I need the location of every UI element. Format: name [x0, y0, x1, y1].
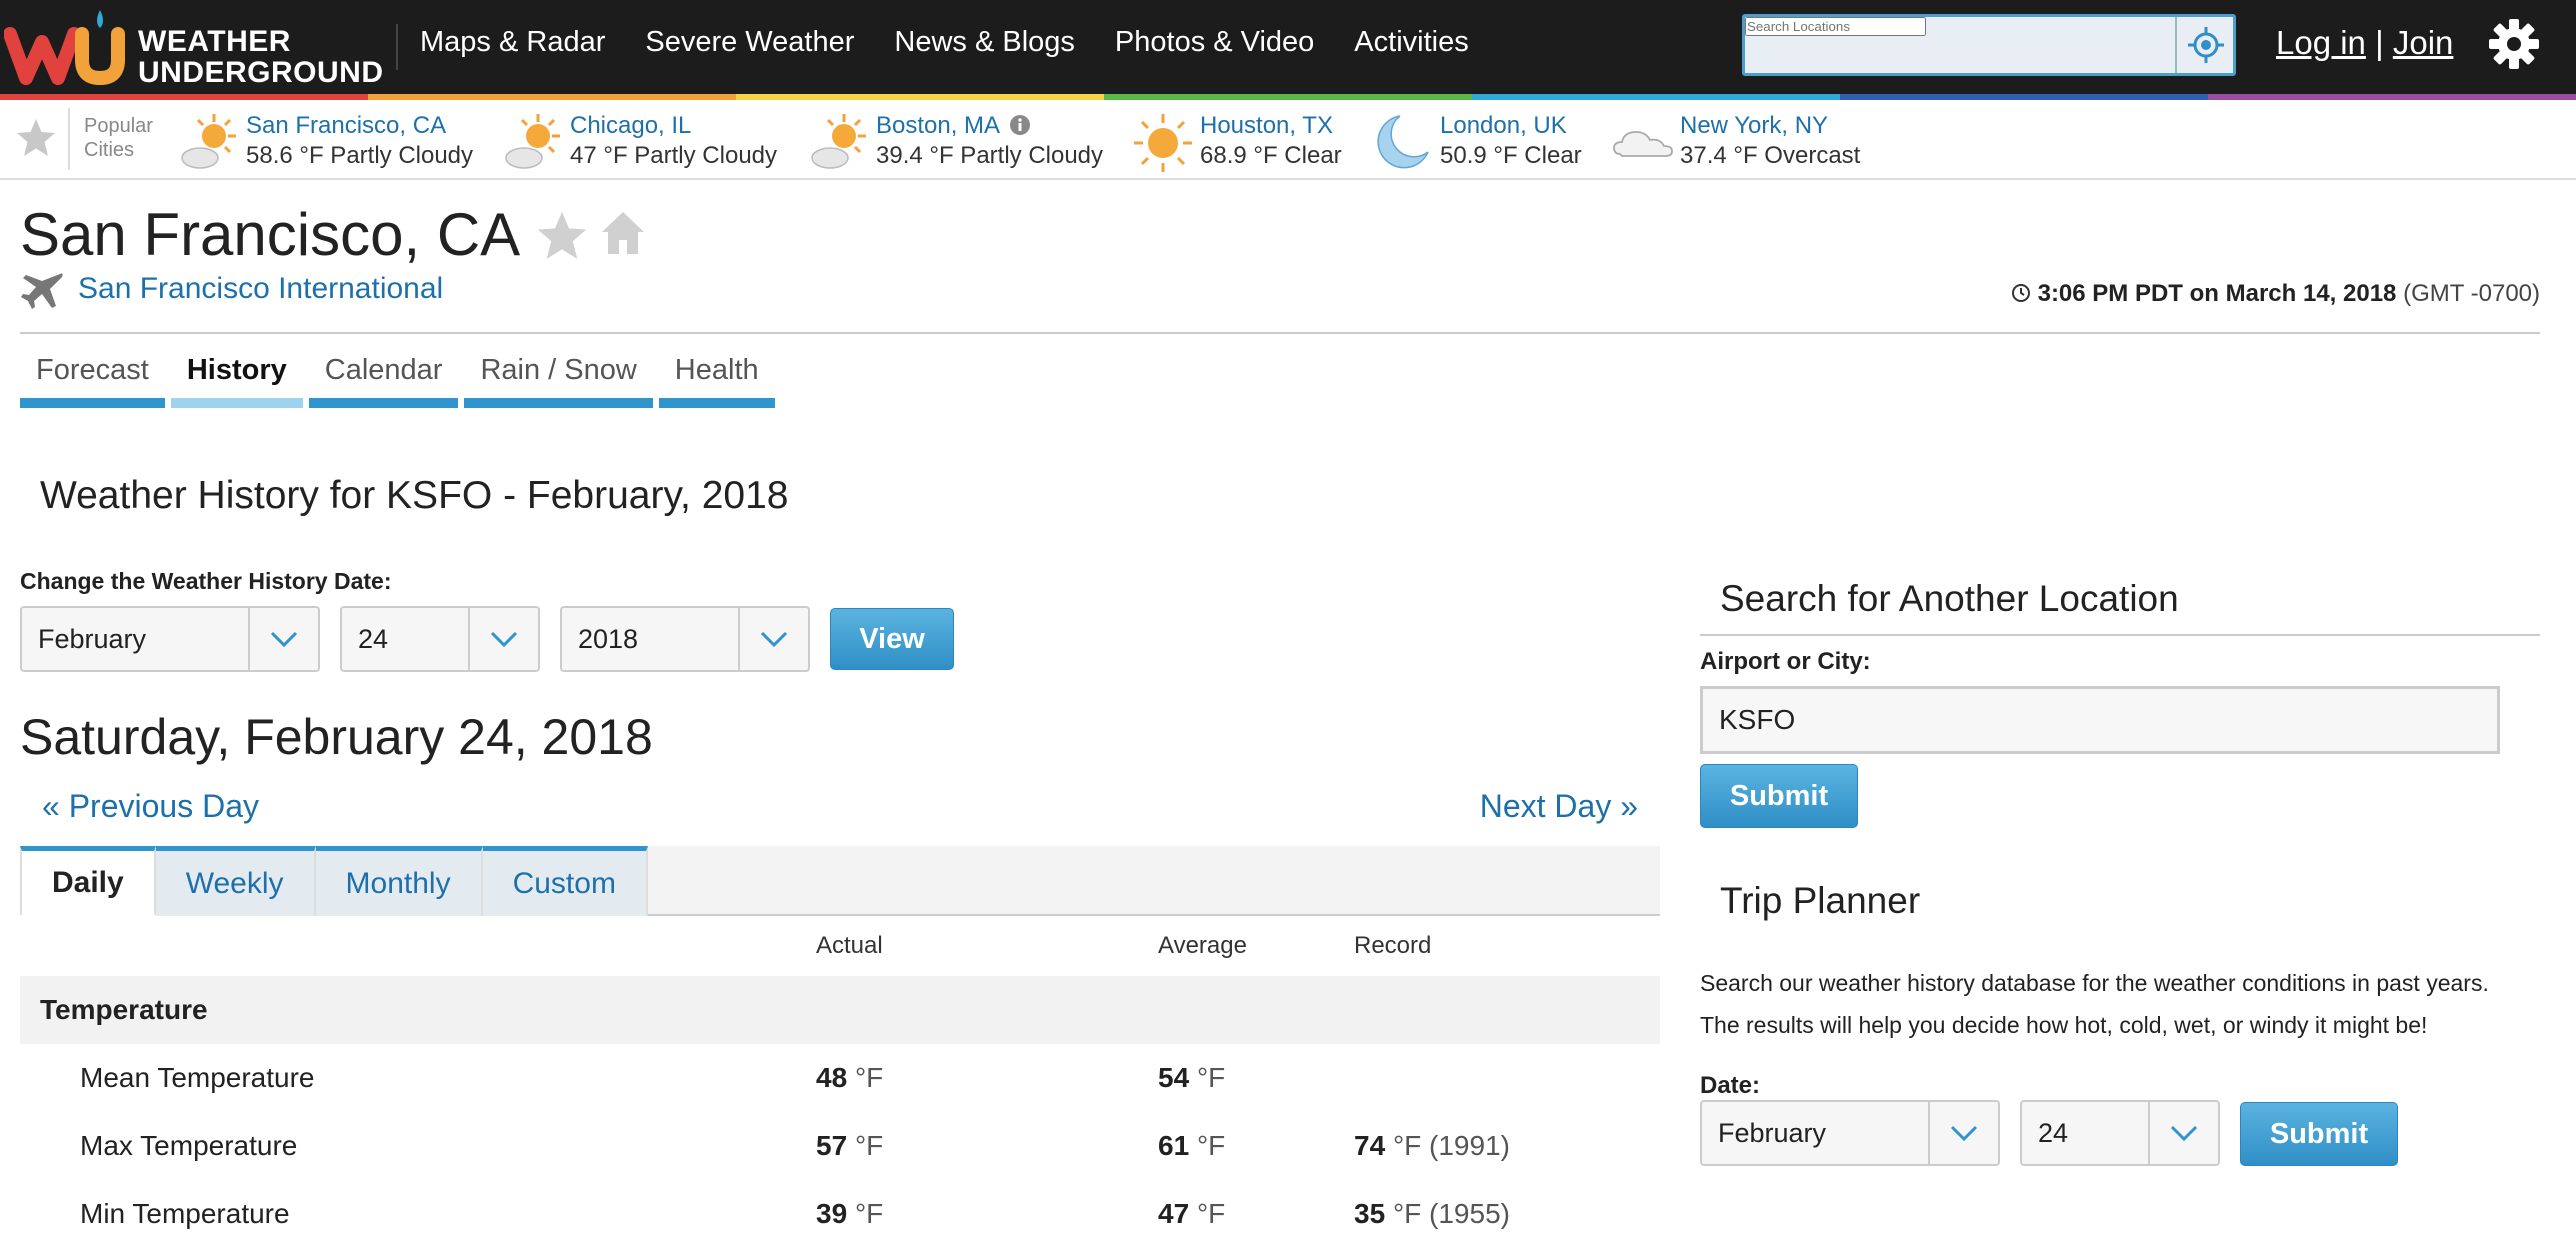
- top-header: WEATHER UNDERGROUND Maps & Radar Severe …: [0, 0, 2576, 96]
- chevron-down-icon: [738, 608, 808, 670]
- section-temperature: Temperature: [20, 976, 1660, 1044]
- next-day-link[interactable]: Next Day »: [1480, 788, 1638, 825]
- chevron-down-icon: [1928, 1102, 1998, 1164]
- favorite-star-icon[interactable]: [534, 208, 590, 264]
- wu-logo-icon: [3, 10, 125, 86]
- subtab-custom[interactable]: Custom: [482, 846, 648, 916]
- sun-icon: [1134, 114, 1192, 172]
- moon-icon: [1377, 115, 1429, 169]
- location-submit-button[interactable]: Submit: [1700, 764, 1858, 828]
- auth-links: Log in | Join: [2276, 24, 2453, 62]
- tab-history[interactable]: History: [170, 350, 303, 408]
- chevron-down-icon: [2148, 1102, 2218, 1164]
- trip-month-select[interactable]: February: [1700, 1100, 2000, 1166]
- partly-cloudy-icon: [181, 114, 236, 169]
- trip-submit-button[interactable]: Submit: [2240, 1102, 2398, 1166]
- tab-calendar[interactable]: Calendar: [308, 350, 459, 408]
- view-button[interactable]: View: [830, 608, 954, 670]
- settings-button[interactable]: [2484, 14, 2544, 74]
- tab-forecast[interactable]: Forecast: [20, 350, 165, 408]
- nav-news-blogs[interactable]: News & Blogs: [894, 26, 1075, 59]
- popular-label: Popular Cities: [84, 115, 153, 161]
- login-link[interactable]: Log in: [2276, 24, 2366, 61]
- wu-logo[interactable]: WEATHER UNDERGROUND: [3, 6, 383, 88]
- trip-day-select[interactable]: 24: [2020, 1100, 2220, 1166]
- column-average: Average: [1158, 932, 1247, 959]
- column-actual: Actual: [816, 932, 883, 959]
- page-title: San Francisco, CA: [20, 201, 521, 268]
- crosshair-icon: [2188, 27, 2224, 63]
- subtab-daily[interactable]: Daily: [20, 846, 156, 916]
- partly-cloudy-icon: [811, 114, 866, 169]
- year-select[interactable]: 2018: [560, 606, 810, 672]
- subtab-monthly[interactable]: Monthly: [315, 846, 483, 916]
- previous-day-link[interactable]: « Previous Day: [42, 788, 259, 825]
- table-row: Min Temperature 39 °F 47 °F 35 °F (1955): [80, 1198, 1510, 1229]
- tab-health[interactable]: Health: [658, 350, 775, 408]
- month-select[interactable]: February: [20, 606, 320, 672]
- nav-photos-video[interactable]: Photos & Video: [1115, 26, 1314, 59]
- day-select[interactable]: 24: [340, 606, 540, 672]
- title-divider: [20, 332, 2540, 334]
- location-tabs: Forecast History Calendar Rain / Snow He…: [20, 350, 775, 408]
- nav-severe-weather[interactable]: Severe Weather: [645, 26, 854, 59]
- locate-button[interactable]: [2175, 17, 2235, 73]
- home-icon[interactable]: [598, 208, 648, 258]
- tab-rain-snow[interactable]: Rain / Snow: [464, 350, 653, 408]
- table-row: Max Temperature 57 °F 61 °F 74 °F (1991): [80, 1130, 1510, 1161]
- subtab-weekly[interactable]: Weekly: [155, 846, 316, 916]
- popular-cities-bar: Popular Cities San Francisco, CA 58.6 °F…: [0, 100, 2576, 180]
- partly-cloudy-icon: [505, 114, 560, 169]
- search-input[interactable]: [1745, 17, 1926, 36]
- search-panel-divider: [1700, 634, 2540, 636]
- column-record: Record: [1354, 932, 1432, 959]
- auth-separator: |: [2375, 24, 2384, 61]
- airport-city-input[interactable]: [1700, 686, 2500, 754]
- join-link[interactable]: Join: [2393, 24, 2454, 61]
- airplane-icon: [21, 273, 63, 309]
- table-row: Mean Temperature 48 °F 54 °F: [80, 1062, 1226, 1093]
- popular-divider: [68, 108, 70, 170]
- chevron-down-icon: [248, 608, 318, 670]
- main-nav: Maps & Radar Severe Weather News & Blogs…: [420, 26, 1469, 59]
- cloud-icon: [1613, 131, 1673, 157]
- history-title: Weather History for KSFO - February, 201…: [40, 474, 789, 517]
- info-icon[interactable]: [1009, 114, 1031, 136]
- airport-city-label: Airport or City:: [1700, 648, 1871, 675]
- date-heading: Saturday, February 24, 2018: [20, 709, 653, 765]
- trip-date-label: Date:: [1700, 1072, 1761, 1099]
- gear-icon: [2489, 19, 2539, 69]
- header-divider: [396, 24, 398, 70]
- chevron-down-icon: [468, 608, 538, 670]
- local-time: 3:06 PM PDT on March 14, 2018 (GMT -0700…: [2011, 280, 2540, 308]
- change-date-label: Change the Weather History Date:: [20, 568, 392, 594]
- search-panel-title: Search for Another Location: [1720, 578, 2179, 619]
- clock-icon: [2011, 284, 2030, 302]
- location-search: [1742, 14, 2236, 76]
- logo-text: WEATHER UNDERGROUND: [138, 25, 384, 89]
- station-link[interactable]: San Francisco International: [78, 272, 443, 306]
- star-icon[interactable]: [14, 116, 58, 160]
- history-subtabs: Daily Weekly Monthly Custom: [20, 846, 648, 916]
- trip-planner-title: Trip Planner: [1720, 880, 1921, 921]
- nav-activities[interactable]: Activities: [1354, 26, 1468, 59]
- trip-planner-description: Search our weather history database for …: [1700, 970, 2489, 1038]
- nav-maps-radar[interactable]: Maps & Radar: [420, 26, 605, 59]
